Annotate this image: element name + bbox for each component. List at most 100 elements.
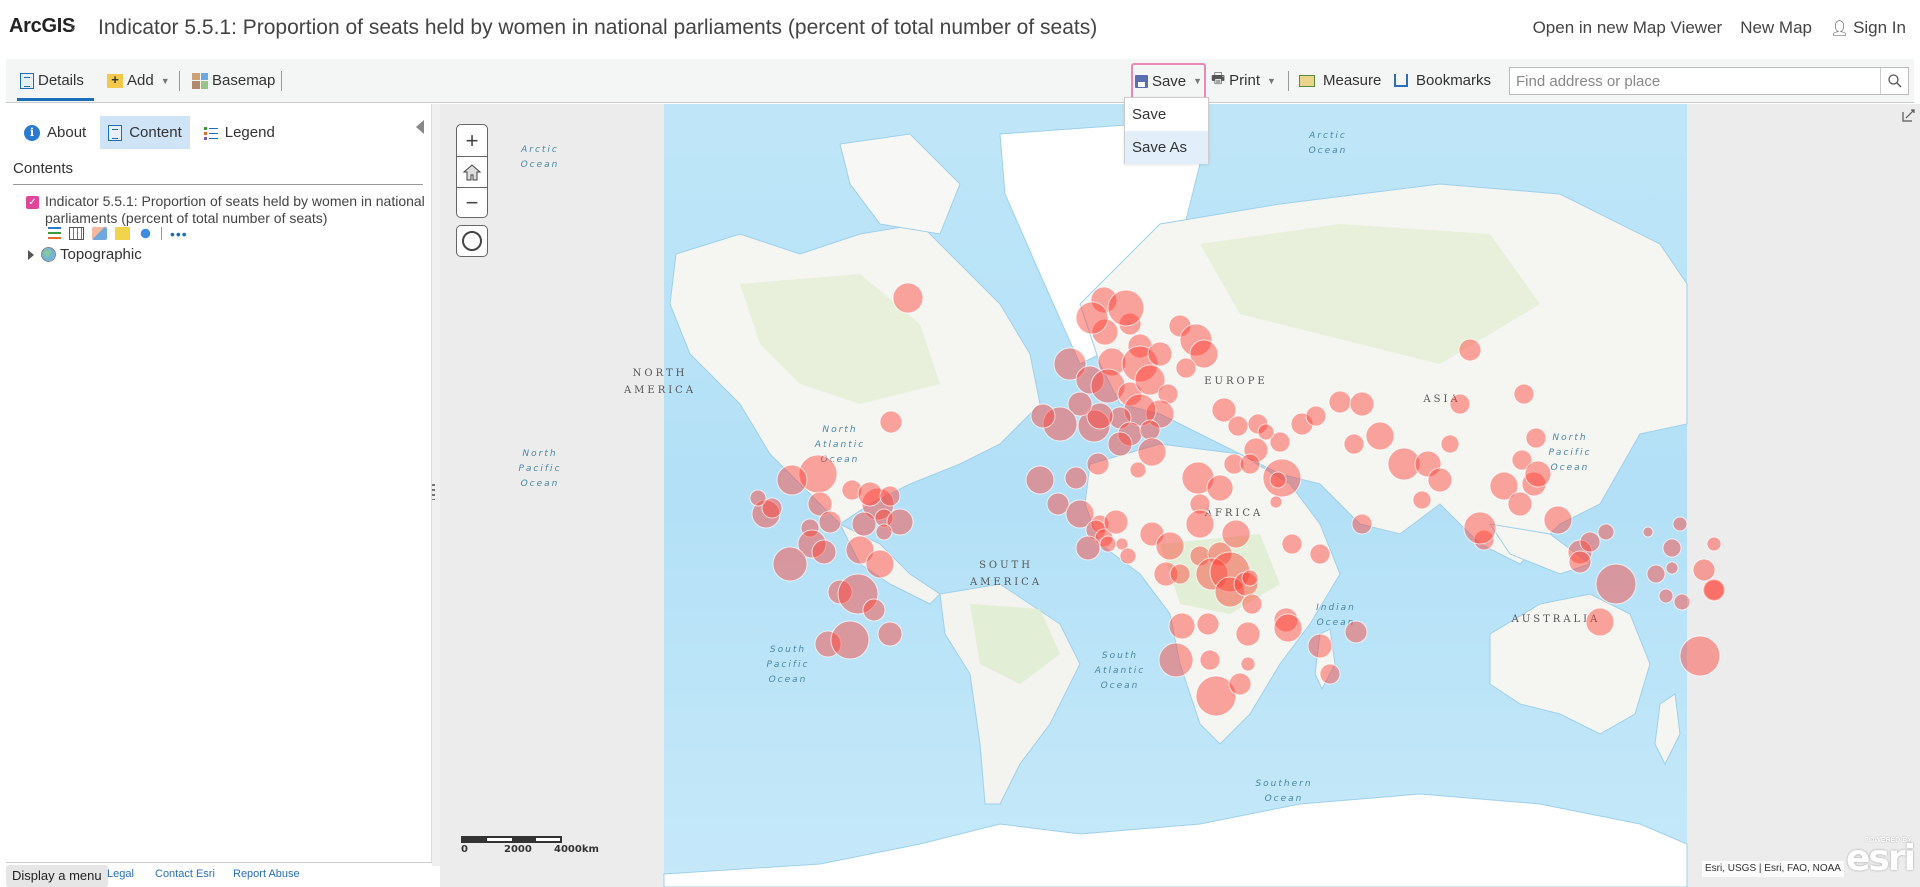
indicator-symbol[interactable] [1228, 672, 1252, 696]
indicator-symbol[interactable] [1064, 466, 1088, 490]
indicator-symbol[interactable] [1646, 564, 1666, 584]
indicator-symbol[interactable] [811, 539, 837, 565]
indicator-symbol[interactable] [1199, 649, 1221, 671]
indicator-symbol[interactable] [1343, 433, 1365, 455]
indicator-symbol[interactable] [1513, 383, 1535, 405]
details-button[interactable]: Details [20, 59, 84, 102]
map-canvas[interactable]: Arctic Ocean Arctic Ocean North Pacific Ocean N… [440, 104, 1920, 887]
indicator-symbol[interactable] [1075, 535, 1101, 561]
indicator-symbol[interactable] [892, 282, 924, 314]
indicator-symbol[interactable] [1673, 593, 1691, 611]
expand-icon[interactable] [28, 249, 34, 260]
indicator-symbol[interactable] [1344, 620, 1368, 644]
indicator-symbol[interactable] [865, 549, 895, 579]
contact-esri-link[interactable]: Contact Esri [155, 868, 215, 880]
indicator-symbol[interactable] [1662, 538, 1682, 558]
indicator-symbol[interactable] [1449, 393, 1471, 415]
indicator-symbol[interactable] [1240, 656, 1256, 672]
indicator-symbol[interactable] [1281, 533, 1303, 555]
splitter-grip-icon[interactable] [432, 484, 435, 500]
indicator-symbol[interactable] [1175, 357, 1197, 379]
indicator-symbol[interactable] [1221, 519, 1251, 549]
basemap-layer-row[interactable]: Topographic [28, 246, 142, 263]
indicator-symbol[interactable] [1458, 338, 1482, 362]
panel-splitter[interactable] [432, 104, 440, 866]
indicator-symbol[interactable] [1239, 453, 1261, 475]
indicator-symbol[interactable] [1269, 495, 1283, 509]
indicator-symbol[interactable] [1257, 423, 1275, 441]
indicator-symbol[interactable] [818, 510, 842, 534]
indicator-symbol[interactable] [1147, 341, 1173, 367]
basemap-button[interactable]: Basemap [192, 59, 275, 102]
indicator-symbol[interactable] [1692, 558, 1716, 582]
indicator-symbol[interactable] [1169, 563, 1191, 585]
default-extent-button[interactable] [457, 156, 487, 187]
indicator-symbol[interactable] [1702, 578, 1726, 602]
indicator-symbol[interactable] [1086, 452, 1110, 476]
legal-link[interactable]: Legal [107, 868, 134, 880]
indicator-symbol[interactable] [1107, 289, 1145, 327]
layer-title[interactable]: Indicator 5.5.1: Proportion of seats hel… [45, 193, 425, 227]
indicator-symbol[interactable] [1585, 607, 1615, 637]
perform-analysis-icon[interactable] [138, 227, 153, 240]
indicator-symbol[interactable] [862, 598, 886, 622]
more-options-icon[interactable]: ••• [170, 227, 188, 241]
indicator-symbol[interactable] [1307, 633, 1333, 659]
indicator-symbol[interactable] [1309, 543, 1331, 565]
indicator-symbol[interactable] [1196, 612, 1220, 636]
collapse-panel-icon[interactable] [416, 120, 424, 134]
indicator-symbol[interactable] [1025, 465, 1055, 495]
indicator-symbol[interactable] [875, 523, 893, 541]
measure-button[interactable]: Measure [1299, 59, 1381, 102]
indicator-symbol[interactable] [1139, 419, 1161, 441]
indicator-symbol[interactable] [1525, 427, 1547, 449]
indicator-symbol[interactable] [877, 621, 903, 647]
indicator-symbol[interactable] [1107, 431, 1133, 457]
indicator-symbol[interactable] [1030, 403, 1056, 429]
open-new-map-viewer-link[interactable]: Open in new Map Viewer [1533, 18, 1723, 38]
change-style-icon[interactable] [92, 227, 107, 240]
indicator-symbol[interactable] [1185, 509, 1215, 539]
indicator-symbol[interactable] [1099, 535, 1117, 553]
indicator-symbol[interactable] [857, 481, 883, 507]
popout-icon[interactable] [1902, 108, 1916, 122]
indicator-symbol[interactable] [1269, 471, 1287, 489]
indicator-symbol[interactable] [749, 489, 767, 507]
indicator-symbol[interactable] [1507, 491, 1533, 517]
indicator-symbol[interactable] [1679, 635, 1721, 677]
indicator-symbol[interactable] [776, 464, 808, 496]
report-abuse-link[interactable]: Report Abuse [233, 868, 300, 880]
map-view[interactable]: Arctic Ocean Arctic Ocean North Pacific Ocean N… [440, 104, 1920, 887]
indicator-symbol[interactable] [1427, 467, 1453, 493]
indicator-symbol[interactable] [1206, 474, 1234, 502]
tab-content[interactable]: Content [100, 116, 190, 149]
brand-menu-caret-icon[interactable]: ▿ [70, 21, 76, 34]
indicator-symbol[interactable] [1158, 642, 1194, 678]
indicator-symbol[interactable] [1273, 613, 1303, 643]
show-legend-icon[interactable] [48, 227, 61, 240]
indicator-symbol[interactable] [879, 410, 903, 434]
indicator-symbol[interactable] [1524, 460, 1552, 488]
search-input[interactable] [1510, 68, 1870, 94]
indicator-symbol[interactable] [1412, 490, 1432, 510]
arcgis-brand[interactable]: ArcGIS [9, 15, 75, 38]
indicator-symbol[interactable] [1235, 621, 1261, 647]
save-menu-item[interactable]: Save [1125, 98, 1208, 131]
map-attribution[interactable]: Esri, USGS | Esri, FAO, NOAA [1702, 861, 1844, 877]
table-icon[interactable] [69, 227, 84, 240]
indicator-symbol[interactable] [1597, 523, 1615, 541]
print-button[interactable]: 🖶︎ Print ▼ [1211, 59, 1276, 102]
indicator-symbol[interactable] [1595, 563, 1637, 605]
indicator-symbol[interactable] [1568, 550, 1592, 574]
add-button[interactable]: + Add ▼ [107, 59, 170, 102]
indicator-symbol[interactable] [1440, 434, 1460, 454]
search-button[interactable] [1880, 68, 1908, 94]
indicator-symbol[interactable] [1463, 511, 1497, 545]
indicator-symbol[interactable] [1579, 531, 1601, 553]
indicator-symbol[interactable] [1241, 569, 1259, 587]
indicator-symbol[interactable] [1241, 593, 1263, 615]
indicator-symbol[interactable] [1319, 663, 1341, 685]
indicator-symbol[interactable] [1168, 612, 1196, 640]
layer-visibility-checkbox[interactable]: ✓ [26, 196, 39, 209]
indicator-symbol[interactable] [1119, 547, 1137, 565]
